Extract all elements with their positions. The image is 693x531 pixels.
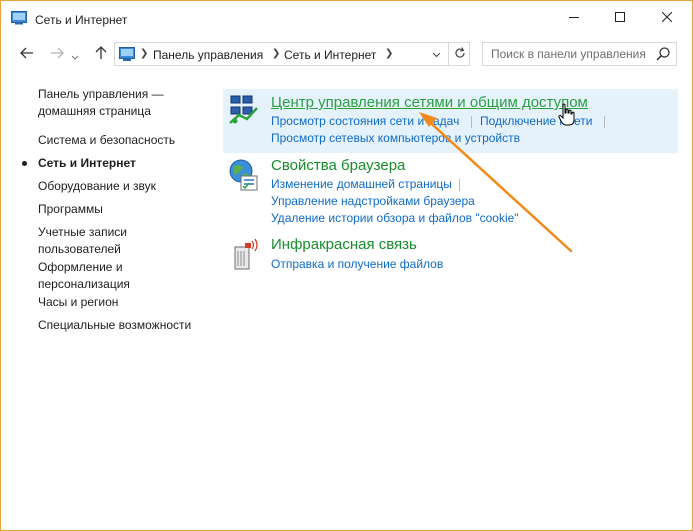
close-icon: [661, 11, 673, 25]
maximize-icon: [615, 11, 625, 25]
chevron-down-icon: [432, 47, 441, 61]
sidebar-item-user-accounts[interactable]: Учетные записи пользователей: [38, 224, 138, 258]
task-link-manage-addons[interactable]: Управление надстройками браузера: [271, 194, 475, 208]
back-button[interactable]: [17, 43, 37, 65]
hand-cursor-icon: [558, 103, 576, 127]
sidebar-item-home[interactable]: Панель управления — домашняя страница: [38, 86, 178, 120]
network-sharing-center-icon[interactable]: [227, 93, 261, 127]
minimize-icon: [569, 11, 579, 25]
sidebar-item-appearance[interactable]: Оформление и персонализация: [38, 259, 138, 293]
network-folder-icon: [11, 11, 27, 25]
sidebar-item-programs[interactable]: Программы: [38, 201, 208, 218]
breadcrumb-separator-icon[interactable]: ❯: [385, 48, 393, 59]
sidebar-item-accessibility[interactable]: Специальные возможности: [38, 317, 208, 334]
arrow-up-icon: [95, 45, 107, 63]
sidebar-item-network-internet[interactable]: Сеть и Интернет: [22, 155, 208, 172]
refresh-icon: [454, 46, 466, 62]
browser-properties-icon[interactable]: [227, 158, 261, 192]
task-link-view-network-computers[interactable]: Просмотр сетевых компьютеров и устройств: [271, 131, 520, 145]
search-input[interactable]: [483, 43, 653, 65]
sidebar-item-hardware-sound[interactable]: Оборудование и звук: [38, 178, 208, 195]
sidebar-item-label: Сеть и Интернет: [38, 156, 136, 170]
arrow-right-icon: [50, 47, 64, 62]
breadcrumb-separator-icon[interactable]: ❯: [140, 48, 148, 59]
search-box[interactable]: [482, 42, 677, 66]
close-button[interactable]: [644, 1, 690, 35]
breadcrumb-network-internet[interactable]: Сеть и Интернет: [284, 48, 376, 62]
window-title: Сеть и Интернет: [35, 13, 128, 27]
breadcrumb-separator-icon[interactable]: ❯: [272, 48, 280, 59]
navigation-bar: ❯ Панель управления ❯ Сеть и Интернет ❯: [1, 35, 692, 73]
category-browser-properties: Свойства браузера Изменение домашней стр…: [223, 154, 678, 226]
task-link-change-home-page[interactable]: Изменение домашней страницы: [271, 177, 452, 191]
recent-locations-chevron-icon[interactable]: [71, 50, 79, 64]
address-dropdown-button[interactable]: [426, 43, 446, 65]
refresh-button[interactable]: [448, 43, 470, 65]
category-title-link[interactable]: Свойства браузера: [271, 157, 405, 174]
category-infrared: Инфракрасная связь Отправка и получение …: [223, 233, 678, 277]
infrared-icon[interactable]: [227, 237, 261, 271]
category-title-link[interactable]: Центр управления сетями и общим доступом: [271, 94, 588, 111]
arrow-left-icon: [20, 47, 34, 62]
link-separator: [604, 116, 605, 128]
address-bar[interactable]: ❯ Панель управления ❯ Сеть и Интернет ❯: [114, 42, 470, 66]
title-bar[interactable]: Сеть и Интернет: [1, 1, 692, 35]
forward-button[interactable]: [47, 43, 67, 65]
current-page-bullet-icon: [22, 161, 27, 166]
sidebar-item-system-security[interactable]: Система и безопасность: [38, 132, 208, 149]
control-panel-window: Сеть и Интернет ❯ Панель управления ❯ Се…: [0, 0, 693, 531]
task-link-delete-history[interactable]: Удаление истории обзора и файлов "cookie…: [271, 211, 519, 225]
link-separator: [471, 116, 472, 128]
breadcrumb-control-panel[interactable]: Панель управления: [153, 48, 263, 62]
category-title-link[interactable]: Инфракрасная связь: [271, 236, 417, 253]
up-button[interactable]: [91, 43, 111, 65]
minimize-button[interactable]: [551, 1, 597, 35]
category-network-sharing-center: Центр управления сетями и общим доступом…: [223, 89, 678, 153]
sidebar-item-clock-region[interactable]: Часы и регион: [38, 294, 208, 311]
control-panel-icon: [119, 47, 135, 62]
task-link-view-network-status[interactable]: Просмотр состояния сети и задач: [271, 114, 459, 128]
maximize-button[interactable]: [597, 1, 643, 35]
task-link-send-receive-files[interactable]: Отправка и получение файлов: [271, 257, 443, 271]
link-separator: [459, 179, 460, 191]
search-icon[interactable]: [655, 46, 671, 62]
